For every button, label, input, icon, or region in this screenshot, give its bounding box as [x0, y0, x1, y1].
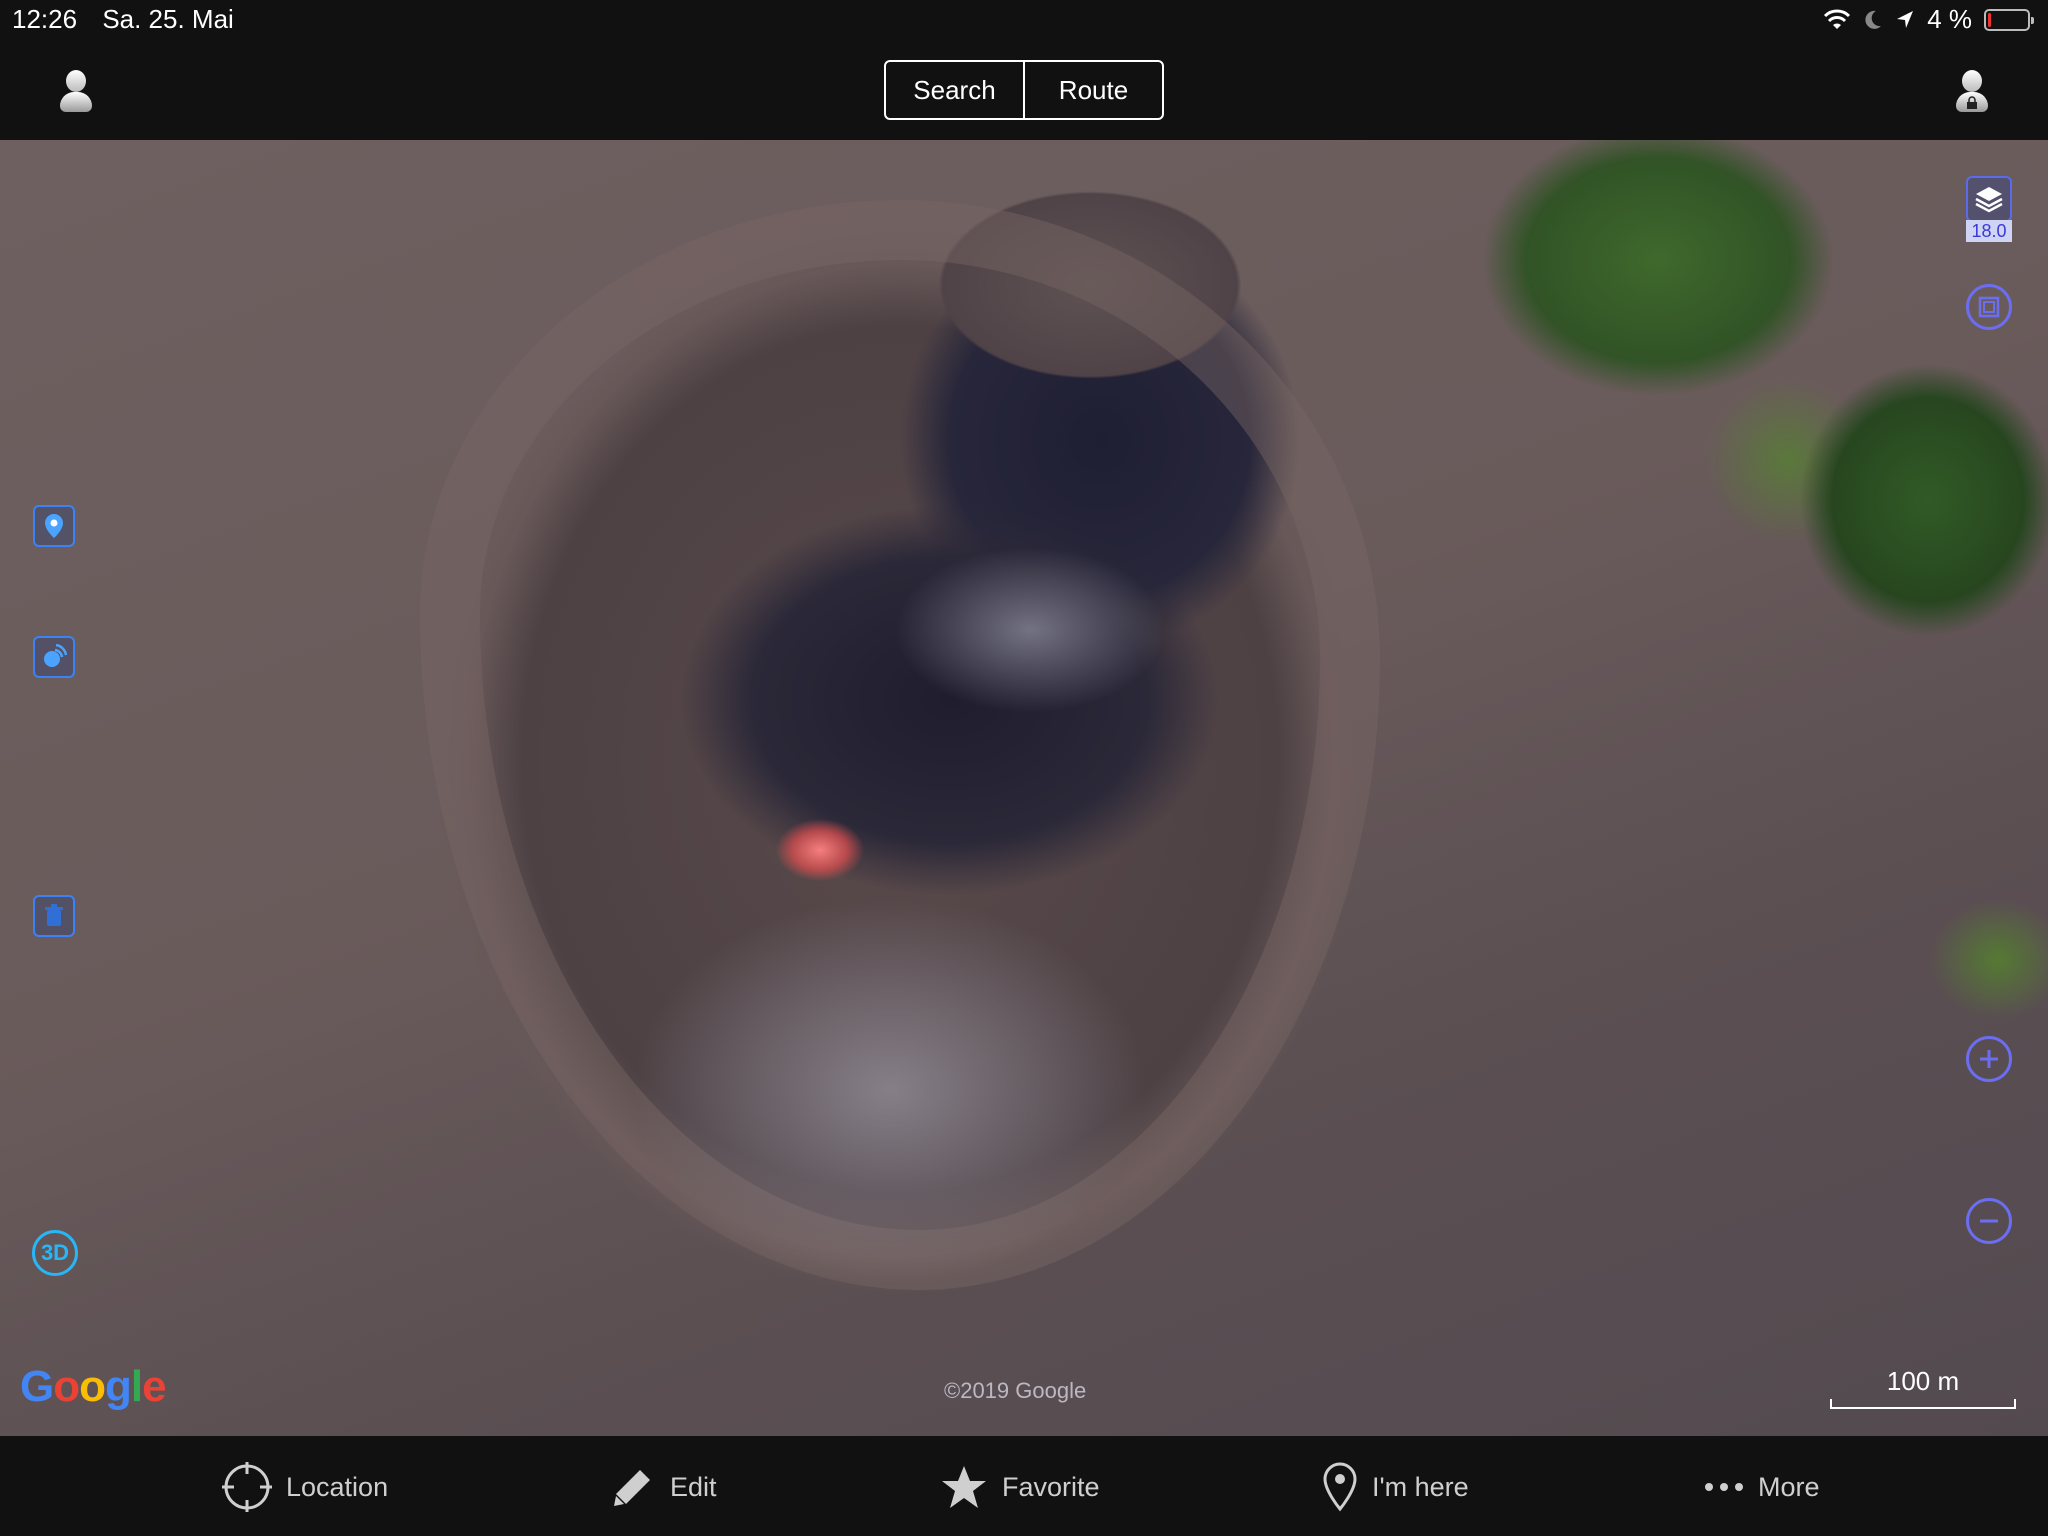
map-pin-button[interactable]	[33, 505, 75, 547]
map-layers-button[interactable]	[1966, 176, 2012, 222]
lock-icon	[1967, 96, 1977, 109]
toolbar-edit[interactable]: Edit	[610, 1462, 717, 1512]
toolbar-favorite[interactable]: Favorite	[940, 1462, 1100, 1512]
map-copyright: ©2019 Google	[944, 1378, 1087, 1403]
layers-icon	[1975, 187, 2003, 213]
pin-icon	[1323, 1462, 1357, 1512]
toolbar-edit-label: Edit	[670, 1471, 717, 1502]
toolbar-more-label: More	[1758, 1471, 1820, 1502]
forest-area-small	[1888, 880, 2048, 1040]
location-arrow-icon	[1897, 10, 1914, 28]
toolbar-more[interactable]: More	[1704, 1462, 1820, 1512]
toolbar-im-here-label: I'm here	[1372, 1471, 1469, 1502]
zoom-level-label: 18.0	[1966, 220, 2012, 242]
battery-icon	[1984, 8, 2034, 31]
plus-icon	[1980, 1050, 1998, 1068]
map-scale: 100 m	[1830, 1366, 2016, 1409]
trash-icon	[45, 904, 63, 926]
status-date: Sa. 25. Mai	[102, 4, 234, 34]
zoom-in-button[interactable]	[1966, 1036, 2012, 1082]
toolbar-location[interactable]: Location	[222, 1462, 388, 1512]
toolbar-location-label: Location	[286, 1471, 389, 1502]
frame-icon	[1978, 296, 2000, 318]
wifi-icon	[1824, 9, 1851, 29]
user-profile-button[interactable]	[56, 68, 96, 118]
toolbar-favorite-label: Favorite	[1002, 1471, 1100, 1502]
smoke-plume-upper	[860, 500, 1240, 760]
pencil-icon	[614, 1470, 650, 1506]
minus-icon	[1980, 1219, 1998, 1223]
status-time: 12:26	[12, 4, 78, 34]
search-tab[interactable]: Search	[886, 62, 1023, 118]
pin-icon	[45, 514, 63, 538]
battery-fill	[1988, 12, 1991, 27]
moon-icon	[1865, 10, 1882, 29]
satellite-map[interactable]: 3D 18.0 Google ©2019 Google 100 m	[0, 140, 2048, 1436]
scale-bar	[1830, 1399, 2016, 1409]
3d-mode-button[interactable]: 3D	[32, 1230, 78, 1276]
smoke-plume	[560, 840, 1260, 1340]
route-tab[interactable]: Route	[1023, 62, 1162, 118]
search-route-segmented-control: Search Route	[884, 60, 1164, 120]
user-lock-button[interactable]	[1952, 68, 1992, 118]
star-icon	[942, 1466, 986, 1508]
battery-percent: 4 %	[1927, 4, 1972, 34]
google-logo: Google	[20, 1362, 167, 1411]
live-tracking-button[interactable]	[33, 636, 75, 678]
broadcast-icon	[44, 644, 67, 667]
ellipsis-icon	[1705, 1483, 1743, 1491]
map-frame-button[interactable]	[1966, 284, 2012, 330]
navigation-bar: Search Route	[0, 40, 2048, 140]
toolbar-im-here[interactable]: I'm here	[1322, 1462, 1469, 1512]
forest-area	[1408, 140, 2048, 700]
zoom-out-button[interactable]	[1966, 1198, 2012, 1244]
status-bar: 12:26 Sa. 25. Mai 4 %	[0, 0, 2048, 40]
delete-button[interactable]	[33, 895, 75, 937]
crosshair-icon	[222, 1462, 272, 1512]
scale-label: 100 m	[1886, 1366, 1960, 1396]
bottom-toolbar: Location Edit Favorite I'm here More	[0, 1436, 2048, 1536]
